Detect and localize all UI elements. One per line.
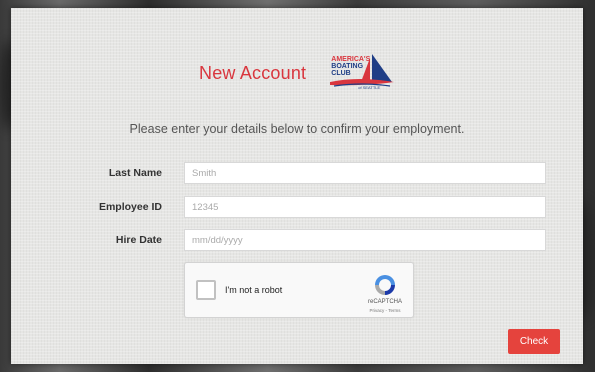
logo-line-4: of SEATTLE [358,85,381,90]
recaptcha-links[interactable]: Privacy - Terms [363,308,407,313]
employee-id-label: Employee ID [98,201,162,213]
new-account-card: New Account AMERICA'S BOATING CLUB of SE… [11,8,583,364]
hire-date-row: Hire Date [11,229,583,253]
hire-date-input[interactable] [184,229,546,251]
recaptcha-widget: I'm not a robot reCAPTCHA Privacy - Term… [184,262,414,318]
card-header: New Account AMERICA'S BOATING CLUB of SE… [199,48,396,98]
last-name-label: Last Name [108,167,162,179]
page-title: New Account [199,62,307,83]
check-button[interactable]: Check [508,329,560,354]
logo-line-1: AMERICA'S [331,56,371,63]
intro-text: Please enter your details below to confi… [129,122,465,136]
last-name-input[interactable] [184,162,546,184]
recaptcha-checkbox[interactable] [196,280,216,300]
recaptcha-label: I'm not a robot [225,285,283,295]
employee-id-row: Employee ID [11,196,583,220]
recaptcha-brand: reCAPTCHA [367,299,402,305]
recaptcha-icon [375,275,395,295]
boating-club-logo: AMERICA'S BOATING CLUB of SEATTLE [328,52,396,94]
employee-id-input[interactable] [184,196,546,218]
hire-date-label: Hire Date [115,234,162,246]
logo-line-3: CLUB [331,70,351,77]
last-name-row: Last Name [11,162,583,186]
logo-line-2: BOATING [331,63,364,70]
